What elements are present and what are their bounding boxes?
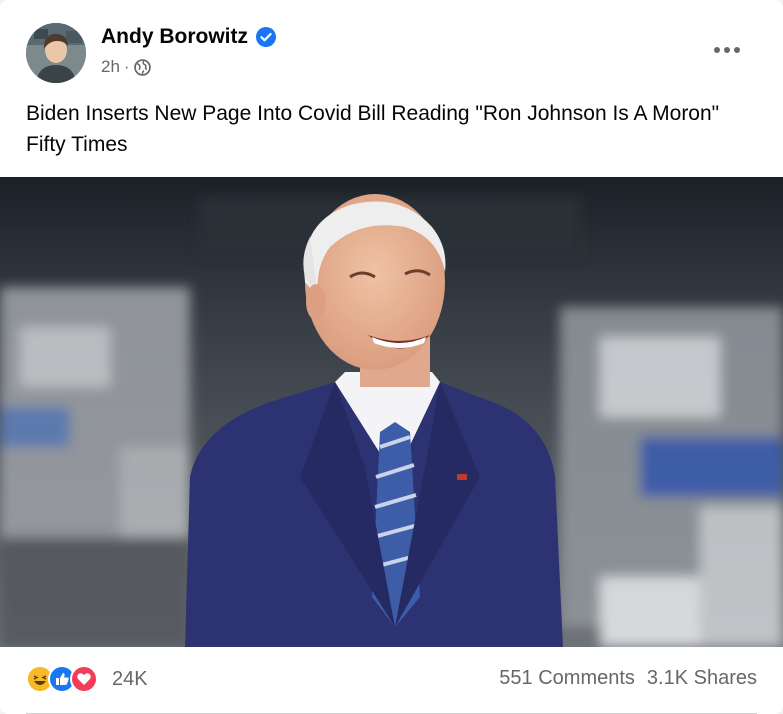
post-stats: 551 Comments 3.1K Shares xyxy=(499,667,757,690)
post-footer: 24K 551 Comments 3.1K Shares xyxy=(0,647,783,714)
author-name-row: Andy Borowitz xyxy=(101,25,276,49)
author-avatar[interactable] xyxy=(26,23,86,83)
love-icon xyxy=(70,665,98,693)
post-meta: 2h · xyxy=(101,57,151,77)
post-card: Andy Borowitz 2h · Biden Inserts New Pag… xyxy=(0,0,783,714)
globe-icon[interactable] xyxy=(133,58,151,76)
meta-separator: · xyxy=(123,57,130,76)
author-name[interactable]: Andy Borowitz xyxy=(101,25,248,49)
reactions-summary[interactable]: 24K xyxy=(26,665,148,693)
comments-count[interactable]: 551 Comments xyxy=(499,667,635,690)
reaction-count[interactable]: 24K xyxy=(112,668,148,691)
post-photo[interactable] xyxy=(0,177,783,647)
post-header: Andy Borowitz 2h · xyxy=(0,0,783,96)
shares-count[interactable]: 3.1K Shares xyxy=(647,667,757,690)
more-options-button[interactable] xyxy=(706,32,748,68)
post-time[interactable]: 2h xyxy=(101,57,120,77)
more-options-icon xyxy=(713,41,741,59)
verified-badge-icon xyxy=(256,27,276,47)
post-caption: Biden Inserts New Page Into Covid Bill R… xyxy=(26,102,720,156)
